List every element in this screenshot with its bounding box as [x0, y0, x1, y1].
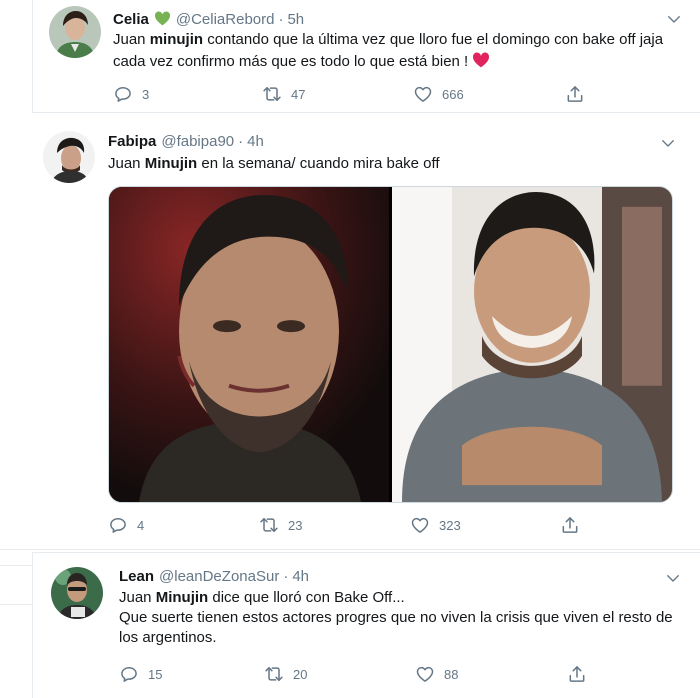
share-button[interactable] — [567, 664, 587, 684]
author-name[interactable]: Celia — [113, 11, 149, 28]
chevron-down-icon[interactable] — [659, 134, 677, 152]
reply-button[interactable]: 4 — [108, 515, 144, 535]
green-heart-emoji — [154, 11, 171, 26]
chevron-down-icon[interactable] — [664, 569, 682, 587]
like-icon — [413, 84, 433, 104]
like-count: 666 — [442, 86, 464, 102]
chevron-down-icon[interactable] — [665, 10, 683, 28]
tweet-text-line2: Que suerte tienen estos actores progres … — [119, 609, 673, 646]
author-name[interactable]: Lean — [119, 568, 154, 585]
timestamp[interactable]: 4h — [292, 568, 309, 585]
like-count: 88 — [444, 666, 459, 682]
share-icon — [567, 664, 587, 684]
media-photo-right[interactable] — [392, 187, 672, 502]
media-photo-left[interactable] — [109, 187, 389, 502]
reply-icon — [119, 664, 139, 684]
reply-count: 4 — [137, 517, 145, 533]
like-count: 323 — [439, 517, 461, 533]
retweet-button[interactable]: 20 — [264, 664, 307, 684]
avatar[interactable] — [49, 6, 101, 58]
author-name[interactable]: Fabipa — [108, 133, 156, 150]
like-icon — [415, 664, 435, 684]
share-icon — [560, 515, 580, 535]
share-button[interactable] — [560, 515, 580, 535]
like-icon — [410, 515, 430, 535]
author-handle[interactable]: @fabipa90 — [161, 133, 234, 150]
separator-dot: · — [283, 568, 289, 585]
share-icon — [565, 84, 585, 104]
reply-button[interactable]: 15 — [119, 664, 162, 684]
red-heart-emoji — [472, 52, 490, 68]
timestamp[interactable]: 5h — [287, 11, 304, 28]
tweet-text: Juan minujin contando que la última vez … — [113, 31, 664, 70]
like-button[interactable]: 88 — [415, 664, 458, 684]
share-button[interactable] — [565, 84, 585, 104]
author-handle[interactable]: @CeliaRebord — [176, 11, 275, 28]
reply-count: 3 — [142, 86, 150, 102]
reply-icon — [108, 515, 128, 535]
retweet-icon — [262, 84, 282, 104]
avatar[interactable] — [51, 567, 103, 619]
avatar[interactable] — [43, 131, 95, 183]
media-grid — [108, 186, 673, 503]
tweet-text: Juan Minujin en la semana/ cuando mira b… — [108, 155, 440, 172]
retweet-count: 47 — [291, 86, 306, 102]
retweet-count: 23 — [288, 517, 303, 533]
retweet-count: 20 — [293, 666, 308, 682]
retweet-icon — [264, 664, 284, 684]
retweet-button[interactable]: 23 — [259, 515, 302, 535]
reply-button[interactable]: 3 — [113, 84, 149, 104]
divider — [0, 604, 32, 605]
separator-dot: · — [238, 133, 244, 150]
divider — [0, 565, 32, 566]
tweet-text: Juan Minujin dice que lloró con Bake Off… — [119, 588, 679, 648]
like-button[interactable]: 323 — [410, 515, 461, 535]
tweet-lean[interactable]: Lean @leanDeZonaSur · 4h Juan Minujin di… — [32, 552, 700, 698]
separator-dot: · — [278, 11, 284, 28]
timestamp[interactable]: 4h — [247, 133, 264, 150]
like-button[interactable]: 666 — [413, 84, 464, 104]
retweet-button[interactable]: 47 — [262, 84, 305, 104]
author-handle[interactable]: @leanDeZonaSur — [159, 568, 279, 585]
reply-count: 15 — [148, 666, 163, 682]
retweet-icon — [259, 515, 279, 535]
tweet-celia[interactable]: Celia @CeliaRebord · 5h Juan minujin con… — [32, 0, 700, 113]
reply-icon — [113, 84, 133, 104]
